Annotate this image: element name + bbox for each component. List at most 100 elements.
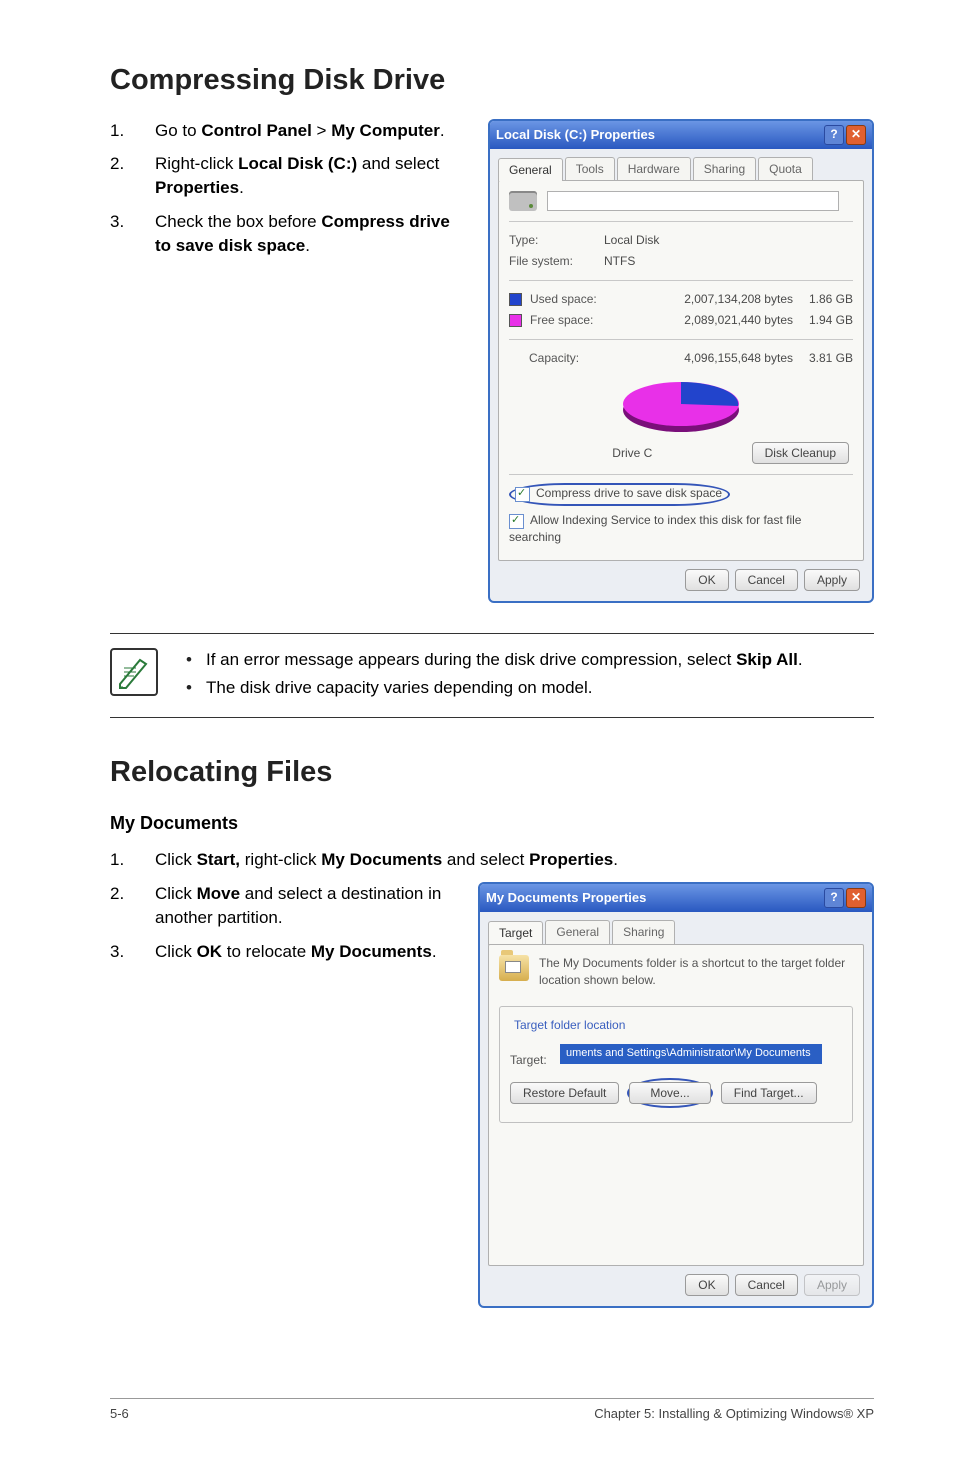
step-3: Check the box before Compress drive to s… (110, 210, 468, 258)
text: Check the box before (155, 212, 321, 231)
highlight-move-button: Move... (627, 1078, 712, 1108)
pie-chart-icon (616, 376, 746, 436)
text-bold: Properties (155, 178, 239, 197)
label-compress: Compress drive to save disk space (536, 486, 722, 500)
apply-button[interactable]: Apply (804, 569, 860, 591)
label-indexing: Allow Indexing Service to index this dis… (509, 513, 801, 544)
tab-panel: Type: Local Disk File system: NTFS Used … (498, 180, 864, 560)
value-used-bytes: 2,007,134,208 bytes (684, 292, 793, 306)
tab-strip: General Tools Hardware Sharing Quota (490, 149, 872, 181)
text: Click (155, 850, 197, 869)
chapter-title: Chapter 5: Installing & Optimizing Windo… (594, 1405, 874, 1423)
ok-button[interactable]: OK (685, 1274, 728, 1296)
text-bold: Start, (197, 850, 240, 869)
tab-quota[interactable]: Quota (758, 157, 813, 181)
disk-cleanup-button[interactable]: Disk Cleanup (752, 442, 849, 464)
tab-hardware[interactable]: Hardware (617, 157, 691, 181)
label-filesystem: File system: (509, 253, 604, 270)
text-bold: My Documents (321, 850, 442, 869)
tab-strip: Target General Sharing (480, 912, 872, 944)
text: Click (155, 884, 197, 903)
text: > (312, 121, 331, 140)
note-item-1: If an error message appears during the d… (176, 648, 803, 672)
close-button[interactable]: ✕ (846, 125, 866, 145)
text: . (305, 236, 310, 255)
fieldset-target: Target folder location Target: uments an… (499, 1006, 853, 1123)
titlebar: Local Disk (C:) Properties ? ✕ (490, 121, 872, 149)
value-free-bytes: 2,089,021,440 bytes (684, 313, 793, 327)
checkbox-compress[interactable] (515, 487, 530, 502)
text-bold: Control Panel (201, 121, 312, 140)
label-target: Target: (510, 1053, 547, 1067)
text: Right-click (155, 154, 238, 173)
step-r3: Click OK to relocate My Documents. (110, 940, 458, 964)
description-text: The My Documents folder is a shortcut to… (539, 955, 853, 989)
value-used-gb: 1.86 GB (793, 291, 853, 308)
move-button[interactable]: Move... (629, 1082, 710, 1104)
label-capacity: Capacity: (509, 350, 624, 367)
tab-sharing[interactable]: Sharing (693, 157, 756, 181)
row-type: Type: Local Disk (509, 230, 853, 251)
cancel-button[interactable]: Cancel (735, 569, 798, 591)
window-title: My Documents Properties (486, 889, 646, 907)
text: and select (357, 154, 439, 173)
label-free: Free space: (530, 313, 593, 327)
tab-sharing[interactable]: Sharing (612, 920, 675, 944)
help-button[interactable]: ? (824, 888, 844, 908)
text-bold: OK (197, 942, 223, 961)
tab-tools[interactable]: Tools (565, 157, 615, 181)
text-bold: Move (197, 884, 240, 903)
find-target-button[interactable]: Find Target... (721, 1082, 817, 1104)
steps-relocate: Click Start, right-click My Documents an… (110, 848, 874, 872)
input-target-path[interactable]: uments and Settings\Administrator\My Doc… (560, 1044, 822, 1063)
highlight-compress-option: Compress drive to save disk space (509, 483, 730, 506)
help-button[interactable]: ? (824, 125, 844, 145)
value-capacity-bytes: 4,096,155,648 bytes (684, 351, 793, 365)
heading-compressing: Compressing Disk Drive (110, 60, 874, 101)
text: . (798, 650, 803, 669)
window-title: Local Disk (C:) Properties (496, 126, 655, 144)
text: and select (442, 850, 529, 869)
heading-relocating: Relocating Files (110, 752, 874, 793)
tab-panel: The My Documents folder is a shortcut to… (488, 944, 864, 1266)
used-color-icon (509, 293, 522, 306)
note-box: If an error message appears during the d… (110, 633, 874, 719)
row-capacity: Capacity: 4,096,155,648 bytes 3.81 GB (509, 348, 853, 369)
note-item-2: The disk drive capacity varies depending… (176, 676, 803, 700)
label-type: Type: (509, 232, 604, 249)
cancel-button[interactable]: Cancel (735, 1274, 798, 1296)
page-footer: 5-6 Chapter 5: Installing & Optimizing W… (110, 1398, 874, 1423)
close-button[interactable]: ✕ (846, 888, 866, 908)
label-used: Used space: (530, 292, 597, 306)
ok-button[interactable]: OK (685, 569, 728, 591)
text-bold: Properties (529, 850, 613, 869)
drive-icon (509, 191, 537, 211)
text-bold: My Computer (331, 121, 440, 140)
folder-icon (499, 955, 529, 981)
step-1: Go to Control Panel > My Computer. (110, 119, 468, 143)
tab-general[interactable]: General (545, 920, 610, 944)
value-filesystem: NTFS (604, 253, 853, 270)
text: Click (155, 942, 197, 961)
text: . (239, 178, 244, 197)
step-2: Right-click Local Disk (C:) and select P… (110, 152, 468, 200)
step-r1: Click Start, right-click My Documents an… (110, 848, 874, 872)
volume-label-input[interactable] (547, 191, 839, 211)
label-drive-c: Drive C (513, 445, 752, 462)
text: Go to (155, 121, 201, 140)
dialog-local-disk-properties: Local Disk (C:) Properties ? ✕ General T… (488, 119, 874, 603)
tab-general[interactable]: General (498, 158, 563, 182)
checkbox-indexing[interactable] (509, 514, 524, 529)
dialog-mydocuments-properties: My Documents Properties ? ✕ Target Gener… (478, 882, 874, 1308)
text: . (440, 121, 445, 140)
steps-compress: Go to Control Panel > My Computer. Right… (110, 119, 468, 258)
note-icon (110, 648, 158, 696)
text-bold: Local Disk (C:) (238, 154, 357, 173)
restore-default-button[interactable]: Restore Default (510, 1082, 619, 1104)
free-color-icon (509, 314, 522, 327)
text: . (613, 850, 618, 869)
legend-target: Target folder location (510, 1017, 629, 1034)
value-type: Local Disk (604, 232, 853, 249)
tab-target[interactable]: Target (488, 921, 543, 945)
text: to relocate (222, 942, 311, 961)
